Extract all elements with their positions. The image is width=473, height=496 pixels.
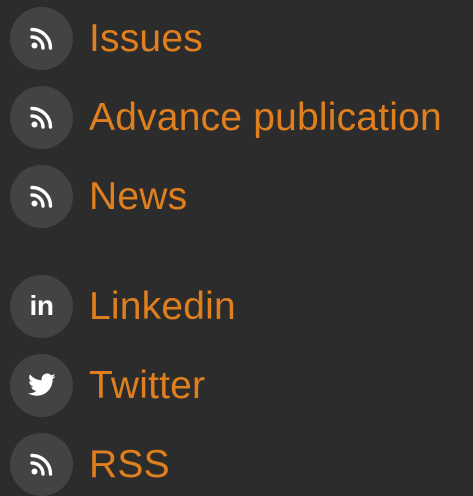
rss-icon [10, 432, 73, 496]
rss-icon [10, 85, 73, 149]
link-label: Linkedin [89, 284, 236, 328]
link-rss[interactable]: RSS [10, 432, 170, 496]
rss-glyph [29, 185, 52, 208]
link-news[interactable]: News [10, 164, 187, 228]
linkedin-icon: in [10, 274, 73, 338]
link-issues[interactable]: Issues [10, 6, 203, 70]
rss-glyph [29, 106, 52, 129]
link-label: Issues [89, 16, 203, 60]
twitter-icon [10, 353, 73, 417]
link-label: News [89, 174, 188, 218]
link-label: Twitter [89, 363, 206, 407]
rss-glyph [29, 27, 52, 50]
rss-glyph [29, 453, 52, 476]
link-label: RSS [89, 442, 170, 486]
rss-icon [10, 6, 73, 70]
linkedin-glyph: in [29, 289, 54, 321]
rss-icon [10, 164, 73, 228]
link-advance-publication[interactable]: Advance publication [10, 85, 442, 149]
link-label: Advance publication [89, 95, 442, 139]
twitter-glyph [27, 373, 56, 396]
link-linkedin[interactable]: in Linkedin [10, 274, 236, 338]
link-twitter[interactable]: Twitter [10, 353, 205, 417]
